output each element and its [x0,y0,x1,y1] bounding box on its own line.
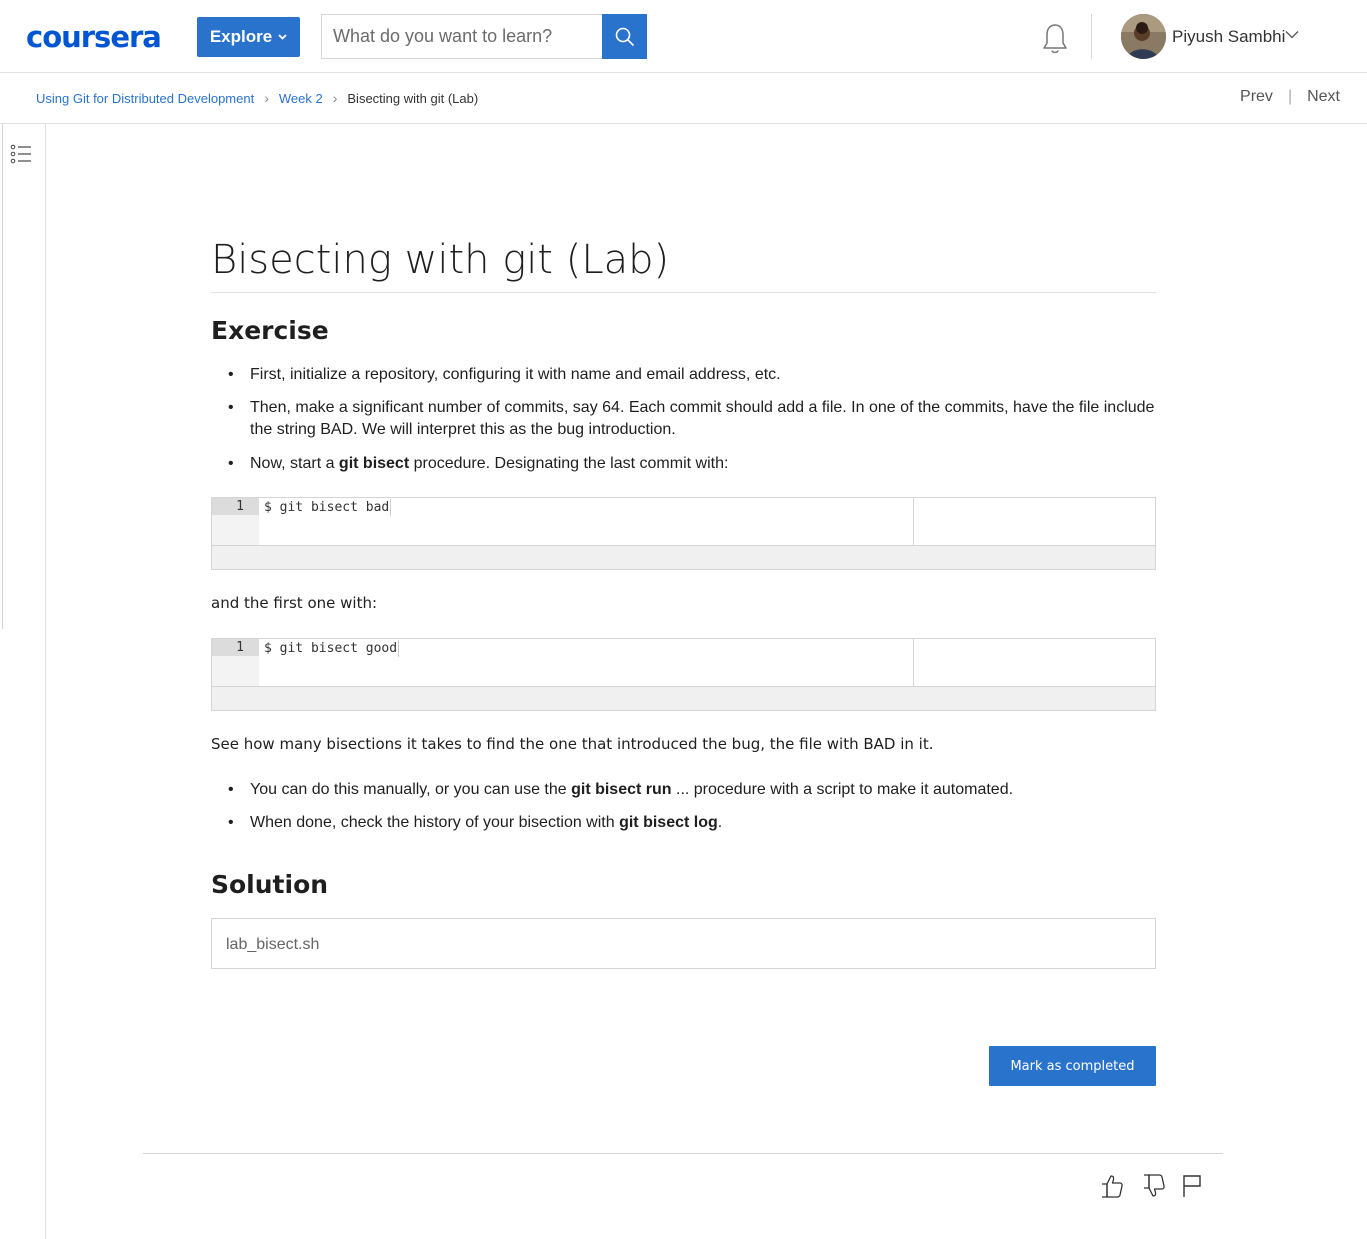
line-gutter: 1 [212,639,259,686]
header-divider [1091,14,1092,59]
prev-link[interactable]: Prev [1240,88,1273,106]
table-of-contents-icon[interactable] [10,144,32,164]
sidebar-edge [0,124,3,629]
search-icon [615,27,634,46]
left-sidebar [0,124,46,1239]
page-title: Bisecting with git (Lab) [211,236,1156,293]
code-line: $ git bisect bad [264,499,392,516]
search-bar [321,14,647,59]
exercise-list: First, initialize a repository, configur… [211,364,1156,475]
footer-divider [143,1153,1223,1154]
list-item-text: First, initialize a repository, configur… [250,366,781,383]
code-editor[interactable]: 1 $ git bisect good [212,639,1155,687]
solution-file-name: lab_bisect.sh [226,936,320,953]
avatar[interactable] [1121,14,1166,59]
chevron-right-icon: › [332,90,338,106]
code-block: 1 $ git bisect good [211,638,1156,711]
line-gutter: 1 [212,498,259,545]
search-button[interactable] [602,14,647,59]
top-header: coursera Explore Piyush Sambhi [0,0,1367,73]
list-item-text: Now, start a [250,455,339,472]
command-text: git bisect log [619,814,718,831]
breadcrumb-bar: Using Git for Distributed Development › … [0,73,1367,124]
solution-file-link[interactable]: lab_bisect.sh [211,918,1156,969]
list-item-text: You can do this manually, or you can use… [250,781,572,798]
breadcrumb-week[interactable]: Week 2 [279,91,323,106]
mark-as-completed-button[interactable]: Mark as completed [989,1046,1156,1086]
breadcrumb: Using Git for Distributed Development › … [36,90,478,106]
list-item-text: procedure. Designating the last commit w… [409,455,729,472]
list-item-text: When done, check the history of your bis… [250,814,620,831]
line-number: 1 [212,498,259,515]
exercise-heading: Exercise [211,316,329,345]
paragraph: and the first one with: [211,594,378,612]
explore-label: Explore [209,27,273,46]
command-text: git bisect run [571,781,672,798]
code-editor[interactable]: 1 $ git bisect bad [212,498,1155,546]
solution-heading: Solution [211,870,329,899]
breadcrumb-current: Bisecting with git (Lab) [347,90,479,106]
chevron-right-icon: › [264,90,269,106]
list-item: You can do this manually, or you can use… [211,779,1156,801]
nav-separator: | [1287,88,1293,105]
explore-button[interactable]: Explore [197,17,300,57]
list-item: First, initialize a repository, configur… [211,364,1156,386]
list-item-text: . [717,814,723,831]
coursera-logo[interactable]: coursera [26,22,162,52]
tips-list: You can do this manually, or you can use… [211,779,1156,834]
code-output-pane [913,639,1155,686]
breadcrumb-course[interactable]: Using Git for Distributed Development [36,91,254,106]
line-number: 1 [212,639,259,656]
code-line: $ git bisect good [264,640,400,657]
paragraph: See how many bisections it takes to find… [211,735,934,753]
list-item: When done, check the history of your bis… [211,812,1156,834]
list-item-text: Then, make a significant number of commi… [250,399,1155,438]
notification-bell-icon[interactable] [1040,22,1070,56]
code-block: 1 $ git bisect bad [211,497,1156,570]
list-item: Then, make a significant number of commi… [211,397,1156,441]
search-input[interactable] [322,15,602,58]
list-item: Now, start a git bisect procedure. Desig… [211,453,1156,475]
flag-icon[interactable] [1182,1173,1202,1199]
user-name[interactable]: Piyush Sambhi [1172,27,1285,47]
thumbs-down-icon[interactable] [1142,1173,1166,1199]
prev-next-nav: Prev | Next [1240,88,1340,106]
next-link[interactable]: Next [1307,88,1340,106]
list-item-text: ... procedure with a script to make it a… [671,781,1014,798]
thumbs-up-icon[interactable] [1100,1173,1124,1199]
code-output-pane [913,498,1155,545]
chevron-down-icon[interactable] [1285,30,1299,39]
command-text: git bisect [338,455,410,472]
chevron-down-icon [278,34,287,40]
